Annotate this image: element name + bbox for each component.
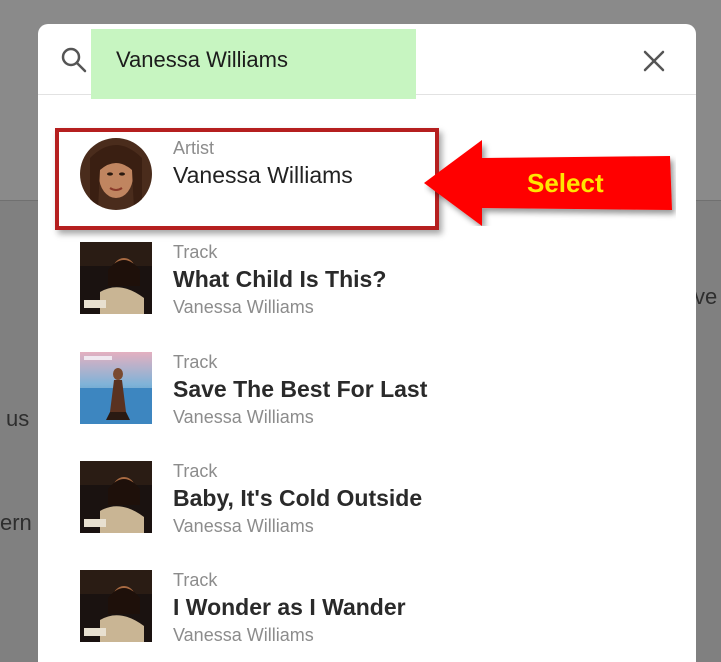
result-track[interactable]: Track I Wonder as I Wander Vanessa Willi… (38, 570, 696, 662)
result-artist-name: Vanessa Williams (173, 516, 314, 536)
result-type-label: Track (173, 461, 218, 481)
result-title: I Wonder as I Wander (173, 594, 406, 620)
album-cover-image (80, 242, 152, 314)
result-track[interactable]: Track Baby, It's Cold Outside Vanessa Wi… (38, 461, 696, 561)
background-text-fragment: ern (0, 510, 32, 535)
background-text-fragment: ve (694, 284, 718, 309)
background-text-fragment: us (6, 406, 30, 431)
result-type-label: Track (173, 242, 218, 262)
search-modal: Artist Vanessa Williams Track What Child… (38, 24, 696, 662)
result-track[interactable]: Track What Child Is This? Vanessa Willia… (38, 242, 696, 342)
result-type-label: Track (173, 570, 218, 590)
result-title: What Child Is This? (173, 266, 387, 292)
search-input[interactable] (116, 42, 416, 78)
annotation-label: Select (527, 168, 604, 198)
close-icon[interactable] (641, 48, 667, 74)
album-cover-image (80, 352, 152, 424)
result-artist-name: Vanessa Williams (173, 625, 314, 645)
result-title: Save The Best For Last (173, 376, 428, 402)
result-artist-name: Vanessa Williams (173, 407, 314, 427)
annotation-highlight-box (55, 128, 439, 230)
result-title: Baby, It's Cold Outside (173, 485, 423, 511)
search-icon (61, 47, 87, 73)
album-cover-image (80, 461, 152, 533)
result-track[interactable]: Track Save The Best For Last Vanessa Wil… (38, 352, 696, 452)
album-cover-image (80, 570, 152, 642)
result-artist-name: Vanessa Williams (173, 297, 314, 317)
result-type-label: Track (173, 352, 218, 372)
